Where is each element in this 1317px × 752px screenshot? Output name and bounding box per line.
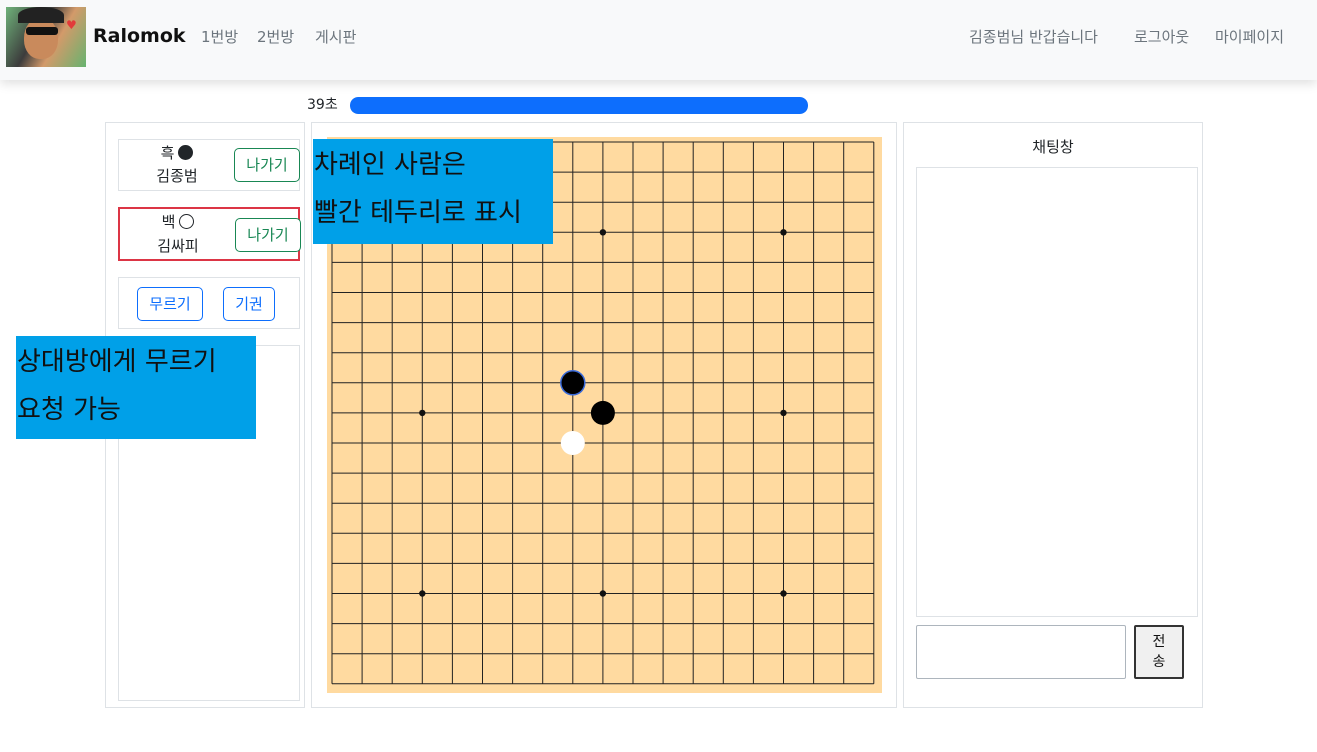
black-stone-icon [178, 145, 194, 160]
leave-button-black[interactable]: 나가기 [234, 148, 300, 182]
player-card-white: 백 김싸피 나가기 [118, 207, 301, 261]
mypage-link[interactable]: 마이페이지 [1215, 27, 1284, 47]
player-card-black: 흑 김종범 나가기 [118, 139, 300, 191]
greeting-text: 김종범님 반갑습니다 [969, 28, 1098, 46]
leave-button-white[interactable]: 나가기 [235, 218, 301, 252]
star-point [780, 409, 787, 417]
black-stone [560, 370, 586, 396]
profile-avatar[interactable]: ♥ [6, 7, 86, 67]
chat-log [916, 167, 1198, 617]
nav-link-room-1[interactable]: 1번방 [201, 27, 238, 47]
star-point [780, 590, 787, 597]
player-color-line: 흑 [119, 143, 235, 163]
navbar: ♥ Ralomok 1번방 2번방 게시판 김종범님 반갑습니다 로그아웃 마이… [0, 0, 1317, 80]
action-card: 무르기 기권 [118, 277, 300, 329]
star-point [780, 229, 787, 236]
chat-input[interactable] [916, 625, 1126, 679]
nav-link-board[interactable]: 게시판 [315, 27, 356, 47]
logout-link[interactable]: 로그아웃 [1134, 27, 1189, 47]
undo-button[interactable]: 무르기 [137, 287, 203, 321]
avatar-face [24, 17, 58, 59]
heart-icon: ♥ [66, 18, 77, 32]
undo-annotation: 상대방에게 무르기 요청 가능 [16, 336, 256, 439]
turn-timer-bar [350, 97, 808, 114]
star-point [419, 590, 426, 597]
resign-button[interactable]: 기권 [223, 287, 275, 321]
send-button[interactable]: 전 송 [1134, 625, 1184, 679]
player-name: 김싸피 [157, 237, 199, 255]
white-stone-icon [179, 214, 195, 229]
avatar-sunglasses [26, 27, 58, 35]
nav-link-room-2[interactable]: 2번방 [257, 27, 294, 47]
player-color-label: 흑 [160, 144, 175, 162]
turn-timer-label: 39초 [307, 97, 338, 113]
star-point [419, 409, 426, 417]
star-point [599, 229, 607, 236]
turn-annotation: 차례인 사람은 빨간 테두리로 표시 [313, 139, 553, 244]
player-name: 김종범 [156, 167, 198, 185]
avatar-hair [18, 7, 64, 23]
brand-name[interactable]: Ralomok [93, 24, 186, 48]
chat-title: 채팅창 [1032, 138, 1074, 156]
player-color-label: 백 [161, 213, 176, 231]
black-stone [590, 400, 615, 425]
turn-timer-fill [350, 97, 808, 114]
player-color-line: 백 [120, 212, 236, 232]
white-stone [560, 431, 585, 455]
star-point [599, 590, 607, 597]
